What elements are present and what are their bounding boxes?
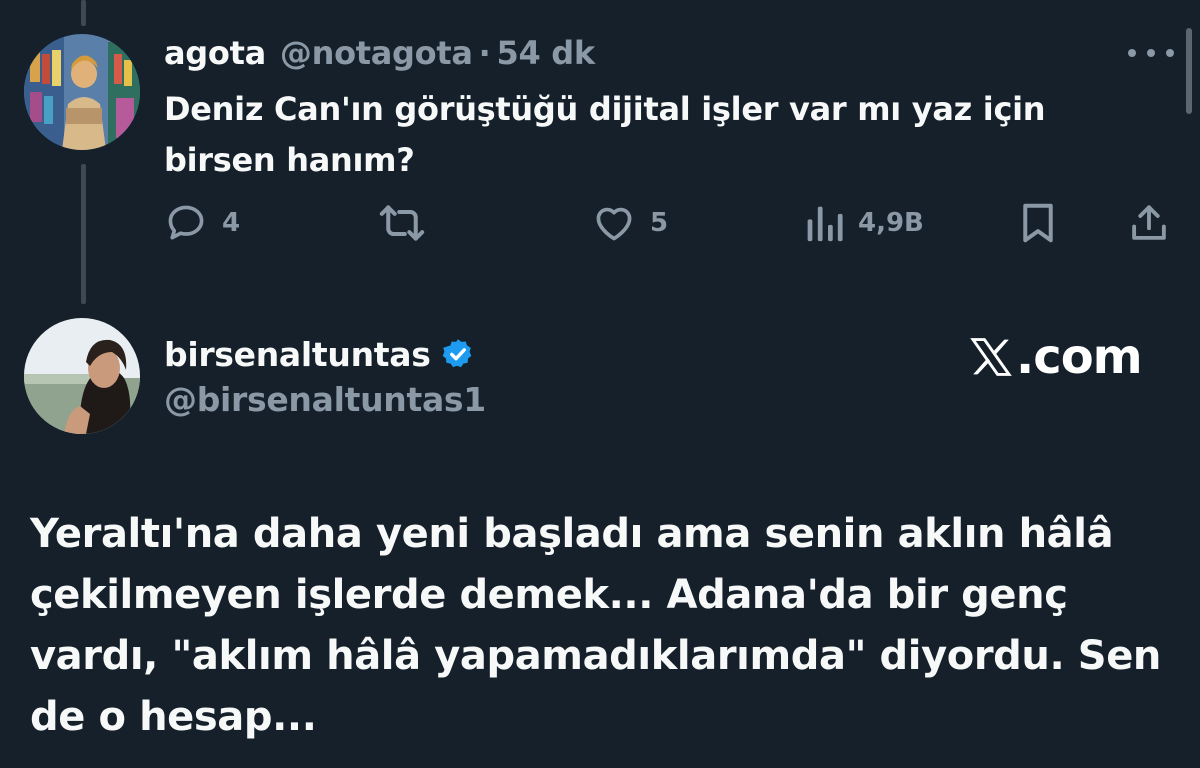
thread-line-top xyxy=(81,0,86,26)
reply-text: Deniz Can'ın görüştüğü dijital işler var… xyxy=(164,84,1164,186)
header-separator: · xyxy=(478,34,491,72)
share-upload-icon xyxy=(1132,205,1166,240)
author-name-row: birsenaltuntas xyxy=(164,330,475,378)
reply-display-name[interactable]: agota xyxy=(164,34,266,72)
scrollbar[interactable] xyxy=(1186,28,1192,114)
bookmark-icon xyxy=(1023,203,1053,243)
heart-icon xyxy=(596,207,632,241)
author-avatar[interactable] xyxy=(24,318,140,434)
share-button[interactable] xyxy=(1128,196,1170,250)
post-text: Yeraltı'na daha yeni başladı ama senin a… xyxy=(30,504,1170,748)
x-brand-watermark: .com xyxy=(968,329,1143,385)
reply-count: 4 xyxy=(222,208,241,238)
brand-domain-text: .com xyxy=(1016,329,1143,385)
author-display-name[interactable]: birsenaltuntas xyxy=(164,335,431,374)
retweet-icon xyxy=(379,205,425,241)
views-button[interactable]: 4,9B xyxy=(804,196,924,250)
author-handle[interactable]: @birsenaltuntas1 xyxy=(164,380,486,419)
bookmark-button[interactable] xyxy=(1018,196,1058,250)
post-text-line-2: çekilmeyen işlerde demek... Adana'da bir… xyxy=(30,572,1068,618)
reply-text-line-2: birsen hanım? xyxy=(164,141,415,179)
reply-text-line-1: Deniz Can'ın görüştüğü dijital işler var… xyxy=(164,90,1046,128)
verified-badge-icon xyxy=(441,337,475,371)
post-text-line-1: Yeraltı'na daha yeni başladı ama senin a… xyxy=(30,511,1114,557)
reply-timestamp[interactable]: 54 dk xyxy=(497,34,596,72)
bar-chart-icon xyxy=(807,206,843,242)
reply-header: agota @notagota · 54 dk xyxy=(164,30,595,76)
views-count: 4,9B xyxy=(858,208,924,238)
retweet-button[interactable] xyxy=(378,196,440,250)
like-button[interactable]: 5 xyxy=(592,196,668,250)
more-horizontal-icon[interactable] xyxy=(1128,38,1174,68)
post-text-line-4: de o hesap... xyxy=(30,694,317,740)
reply-handle[interactable]: @notagota xyxy=(280,34,473,72)
reply-button[interactable]: 4 xyxy=(164,196,240,250)
post-text-line-3: vardı, "aklım hâlâ yapamadıklarımda" diy… xyxy=(30,633,1162,679)
speech-bubble-icon xyxy=(168,205,204,240)
x-logo-icon xyxy=(970,338,1012,376)
like-count: 5 xyxy=(650,208,669,238)
action-bar: 4 5 4,9B xyxy=(0,196,1200,250)
reply-avatar[interactable] xyxy=(24,34,140,150)
